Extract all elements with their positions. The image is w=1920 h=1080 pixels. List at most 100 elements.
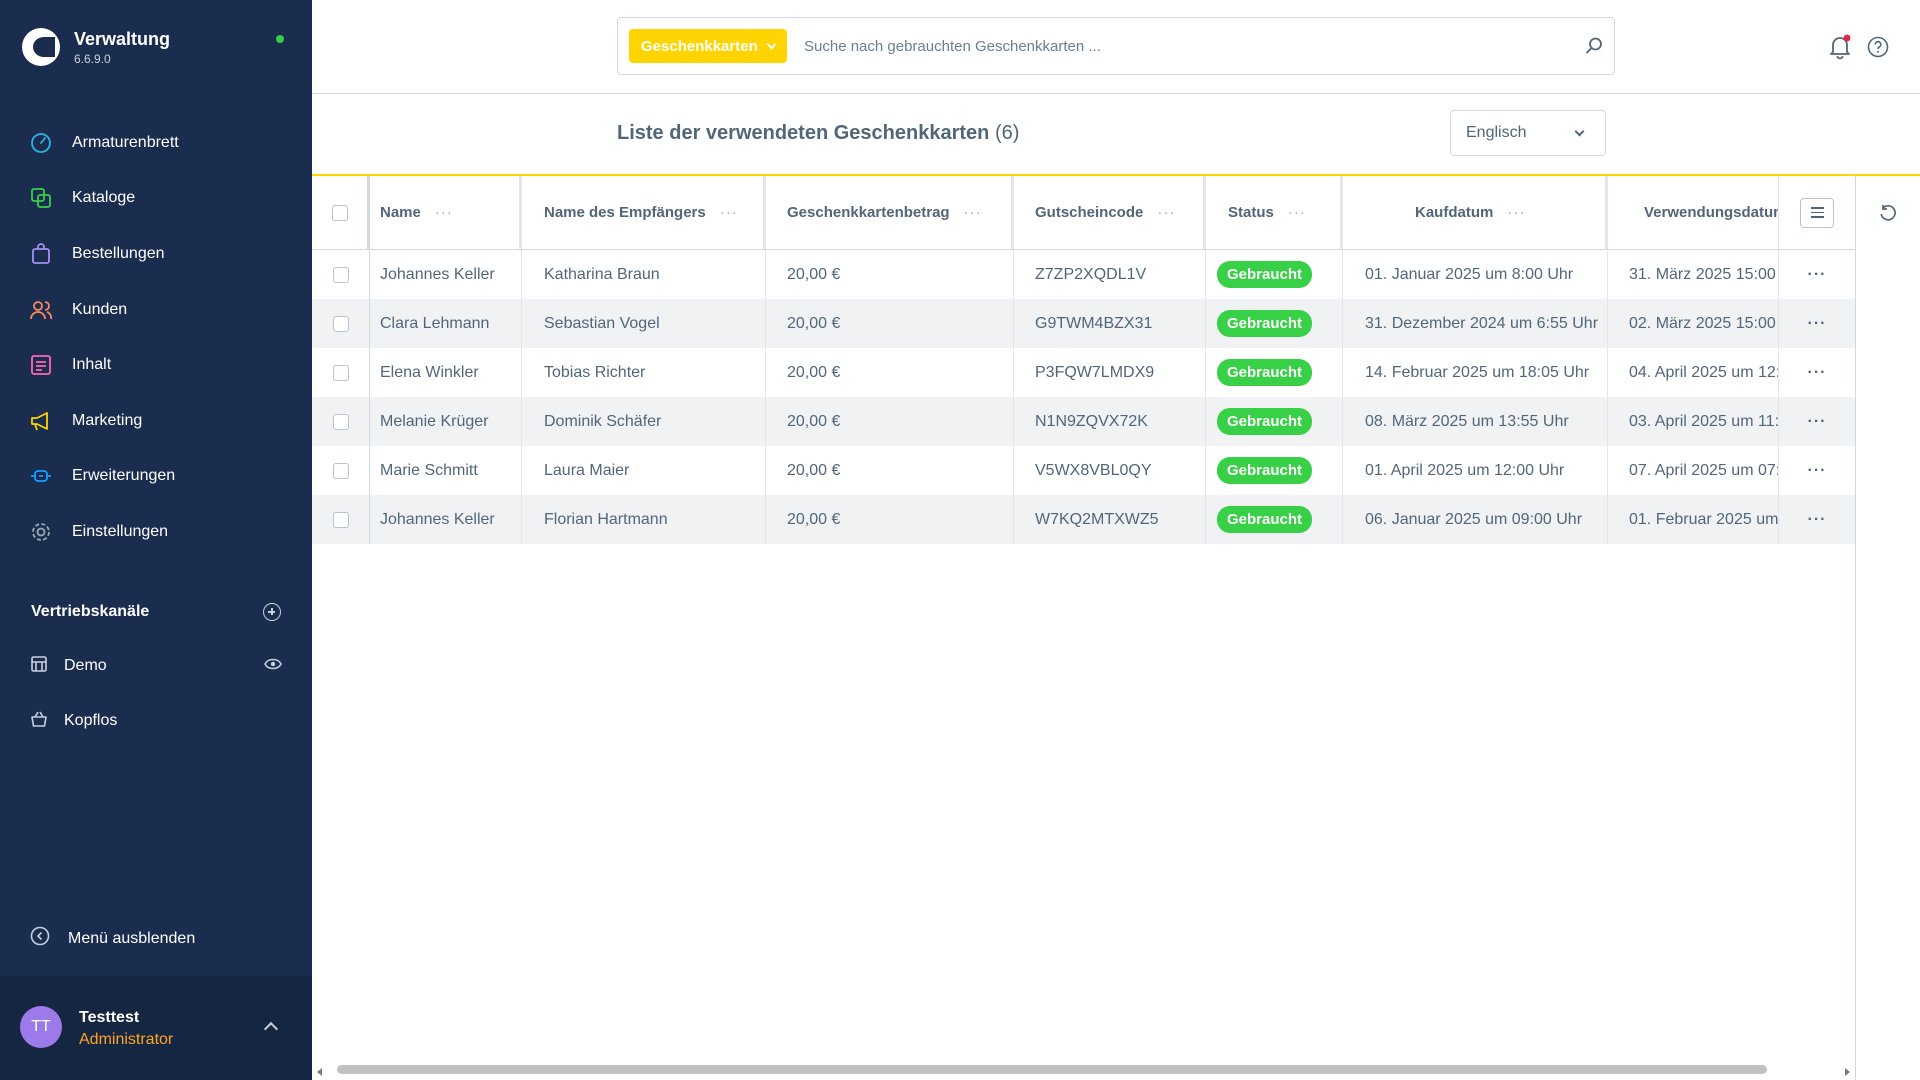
scrollbar-thumb[interactable] bbox=[337, 1065, 1767, 1074]
nav-label: Einstellungen bbox=[72, 522, 169, 540]
column-header-purchase-date[interactable]: Kaufdatum ··· bbox=[1343, 176, 1608, 249]
row-select-cell bbox=[312, 495, 370, 544]
column-menu-icon[interactable]: ··· bbox=[720, 204, 738, 221]
table-row[interactable]: Clara Lehmann Sebastian Vogel 20,00 € G9TWM… bbox=[312, 299, 1855, 348]
status-badge: Gebraucht bbox=[1217, 359, 1313, 386]
select-all-checkbox[interactable] bbox=[331, 204, 348, 221]
cell-amount: 20,00 € bbox=[766, 397, 1014, 446]
grid-header: Name ··· Name des Empfängers ··· Geschenkk… bbox=[312, 176, 1855, 250]
eye-icon[interactable] bbox=[264, 657, 282, 675]
notification-bell-icon[interactable] bbox=[1828, 34, 1852, 65]
help-icon[interactable] bbox=[1867, 36, 1889, 63]
cell-text: Dominik Schäfer bbox=[544, 412, 662, 430]
add-sales-channel-icon[interactable] bbox=[263, 603, 281, 621]
column-header-code[interactable]: Gutscheincode ··· bbox=[1014, 176, 1206, 249]
row-actions-button[interactable]: ··· bbox=[1778, 446, 1855, 495]
language-select[interactable]: Englisch bbox=[1450, 110, 1606, 156]
column-menu-icon[interactable]: ··· bbox=[1157, 204, 1175, 221]
column-menu-icon[interactable]: ··· bbox=[1288, 204, 1306, 221]
chevron-up-icon[interactable] bbox=[263, 1021, 279, 1037]
status-badge: Gebraucht bbox=[1217, 310, 1313, 337]
grid-settings-button[interactable] bbox=[1800, 197, 1834, 228]
search-input[interactable] bbox=[804, 28, 1564, 64]
row-actions-button[interactable]: ··· bbox=[1778, 250, 1855, 299]
row-checkbox[interactable] bbox=[332, 266, 349, 283]
column-menu-icon[interactable]: ··· bbox=[435, 204, 453, 221]
user-menu[interactable]: TT Testtest Administrator bbox=[0, 976, 312, 1080]
column-header-status[interactable]: Status ··· bbox=[1206, 176, 1343, 249]
cell-recipient: Katharina Braun bbox=[522, 250, 766, 299]
cell-text: 06. Januar 2025 um 09:00 Uhr bbox=[1365, 510, 1583, 528]
brand: Verwaltung 6.6.9.0 bbox=[22, 28, 170, 66]
horizontal-scrollbar[interactable] bbox=[312, 1062, 1855, 1080]
cell-purchase: 14. Februar 2025 um 18:05 Uhr bbox=[1343, 348, 1608, 397]
cell-name: Johannes Keller bbox=[370, 495, 522, 544]
row-actions-button[interactable]: ··· bbox=[1778, 348, 1855, 397]
hide-menu-label: Menü ausblenden bbox=[68, 929, 196, 947]
sales-channels-title: Vertriebskanäle bbox=[31, 603, 150, 620]
cell-used: 04. April 2025 um 12:0 bbox=[1608, 348, 1778, 397]
row-actions-button[interactable]: ··· bbox=[1778, 495, 1855, 544]
row-select-cell bbox=[312, 446, 370, 495]
status-badge: Gebraucht bbox=[1217, 506, 1313, 533]
hide-menu-button[interactable]: Menü ausblenden bbox=[30, 926, 195, 951]
status-badge: Gebraucht bbox=[1217, 457, 1313, 484]
table-row[interactable]: Johannes Keller Katharina Braun 20,00 € Z7Z… bbox=[312, 250, 1855, 299]
cell-text: W7KQ2MTXWZ5 bbox=[1035, 510, 1159, 528]
sales-channel-headless[interactable]: Kopflos bbox=[30, 706, 282, 736]
column-header-recipient[interactable]: Name des Empfängers ··· bbox=[522, 176, 766, 249]
column-header-amount[interactable]: Geschenkkartenbetrag ··· bbox=[766, 176, 1014, 249]
search-icon[interactable] bbox=[1584, 36, 1604, 61]
refresh-icon[interactable] bbox=[1878, 204, 1898, 229]
table-row[interactable]: Johannes Keller Florian Hartmann 20,00 € W7… bbox=[312, 495, 1855, 544]
cell-text: 20,00 € bbox=[787, 510, 841, 528]
nav-item-content[interactable]: Inhalt bbox=[0, 337, 312, 393]
table-row[interactable]: Elena Winkler Tobias Richter 20,00 € P3FQW7… bbox=[312, 348, 1855, 397]
sidebar: Verwaltung 6.6.9.0 Armaturenbrett Katalo… bbox=[0, 0, 312, 1080]
cell-text: 04. April 2025 um 12:0 bbox=[1629, 363, 1778, 381]
column-menu-icon[interactable]: ··· bbox=[964, 204, 982, 221]
cell-used: 31. März 2025 15:00 bbox=[1608, 250, 1778, 299]
nav-item-orders[interactable]: Bestellungen bbox=[0, 226, 312, 282]
cell-used: 02. März 2025 15:00 bbox=[1608, 299, 1778, 348]
cell-text: 20,00 € bbox=[787, 363, 841, 381]
search-type-selector[interactable]: Geschenkkarten bbox=[629, 29, 787, 63]
brand-title: Verwaltung bbox=[74, 29, 171, 49]
scroll-right-arrow-icon[interactable] bbox=[1845, 1068, 1850, 1076]
cell-text: 31. Dezember 2024 um 6:55 Uhr bbox=[1365, 314, 1599, 332]
nav-item-dashboard[interactable]: Armaturenbrett bbox=[0, 115, 312, 171]
nav-item-catalogues[interactable]: Kataloge bbox=[0, 171, 312, 227]
row-actions-button[interactable]: ··· bbox=[1778, 397, 1855, 446]
row-checkbox[interactable] bbox=[332, 413, 349, 430]
column-menu-icon[interactable]: ··· bbox=[1507, 204, 1525, 221]
cell-text: 01. Januar 2025 um 8:00 Uhr bbox=[1365, 265, 1574, 283]
nav-label: Erweiterungen bbox=[72, 467, 176, 485]
row-checkbox[interactable] bbox=[332, 511, 349, 528]
row-checkbox[interactable] bbox=[332, 364, 349, 381]
nav-item-marketing[interactable]: Marketing bbox=[0, 393, 312, 449]
grid-body: Johannes Keller Katharina Braun 20,00 € Z7Z… bbox=[312, 250, 1855, 544]
scroll-left-arrow-icon[interactable] bbox=[317, 1068, 322, 1076]
table-row[interactable]: Marie Schmitt Laura Maier 20,00 € V5WX8VBL0… bbox=[312, 446, 1855, 495]
row-actions-button[interactable]: ··· bbox=[1778, 299, 1855, 348]
cell-text: 03. April 2025 um 11:0 bbox=[1629, 412, 1778, 430]
sales-channel-demo[interactable]: Demo bbox=[30, 651, 282, 681]
column-label: Verwendungsdatum bbox=[1644, 204, 1778, 221]
cell-text: V5WX8VBL0QY bbox=[1035, 461, 1152, 479]
users-icon bbox=[30, 299, 52, 321]
nav-item-customers[interactable]: Kunden bbox=[0, 282, 312, 338]
column-header-name[interactable]: Name ··· bbox=[370, 176, 522, 249]
row-checkbox[interactable] bbox=[332, 462, 349, 479]
column-header-usage-date[interactable]: Verwendungsdatum bbox=[1608, 176, 1778, 249]
cell-status: Gebraucht bbox=[1206, 495, 1343, 544]
cell-purchase: 08. März 2025 um 13:55 Uhr bbox=[1343, 397, 1608, 446]
nav-item-settings[interactable]: Einstellungen bbox=[0, 504, 312, 560]
select-all-cell bbox=[312, 176, 370, 249]
cell-text: Z7ZP2XQDL1V bbox=[1035, 265, 1147, 283]
cell-purchase: 01. April 2025 um 12:00 Uhr bbox=[1343, 446, 1608, 495]
nav-item-extensions[interactable]: Erweiterungen bbox=[0, 449, 312, 505]
row-checkbox[interactable] bbox=[332, 315, 349, 332]
cell-recipient: Tobias Richter bbox=[522, 348, 766, 397]
shopware-logo-icon bbox=[22, 28, 60, 66]
table-row[interactable]: Melanie Krüger Dominik Schäfer 20,00 € N1N9… bbox=[312, 397, 1855, 446]
